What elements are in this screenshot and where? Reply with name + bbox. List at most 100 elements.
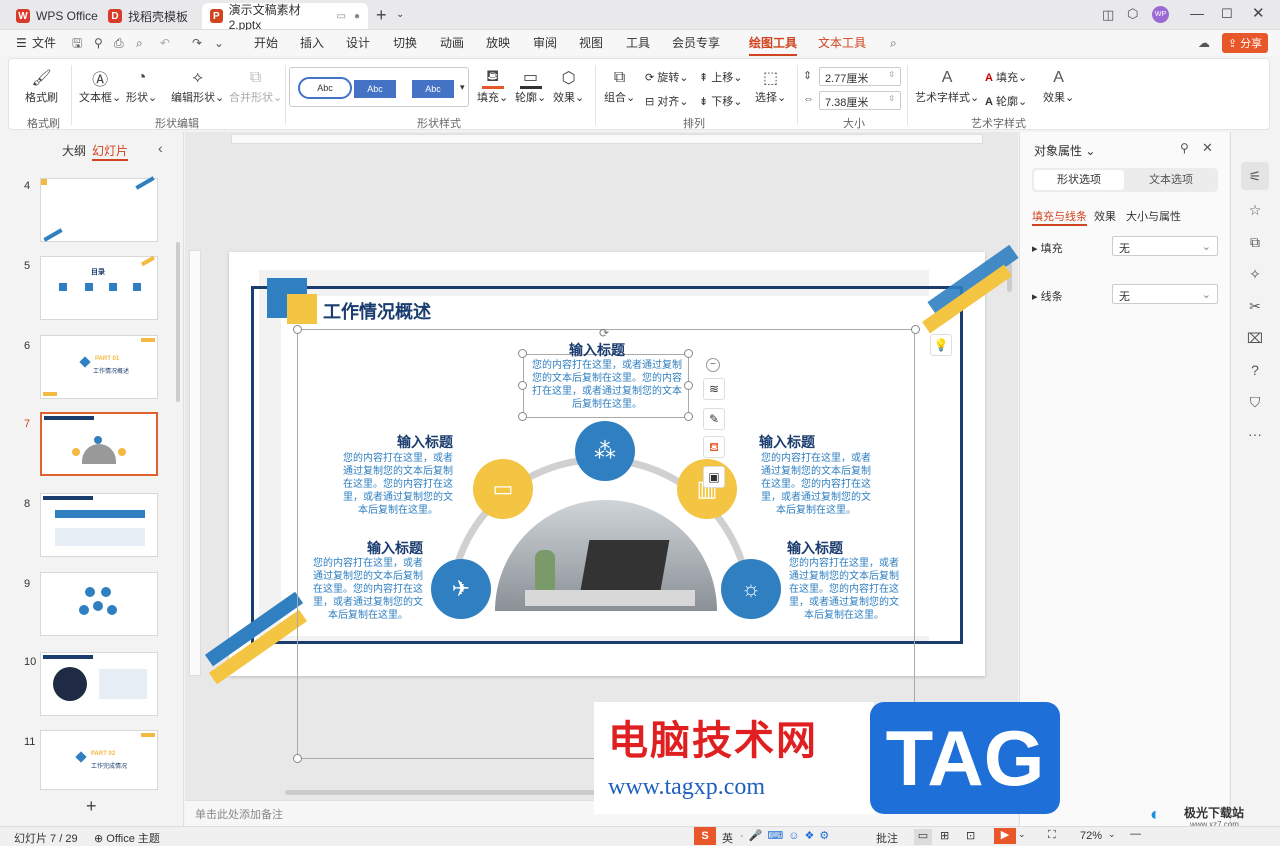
- slide-thumbnail[interactable]: PART 01 工作情况概述: [40, 335, 158, 399]
- tools-icon[interactable]: ✂: [1241, 292, 1269, 320]
- play-slideshow-button[interactable]: ▶: [994, 828, 1016, 844]
- body-right-top[interactable]: 您的内容打在这里，或者通过复制您的文本后复制在这里。您的内容打在这里，或者通过复…: [757, 452, 875, 517]
- close-icon[interactable]: ✕: [1202, 140, 1213, 156]
- ime-mode[interactable]: 英: [722, 830, 733, 846]
- subtab-fill-line[interactable]: 填充与线条: [1032, 208, 1087, 226]
- zoom-out-icon[interactable]: —: [1130, 828, 1141, 840]
- resize-handle[interactable]: [518, 349, 527, 358]
- heading-left-bottom[interactable]: 输入标题: [367, 538, 423, 558]
- share-button[interactable]: ⇪ 分享: [1222, 33, 1268, 53]
- menu-text-tools[interactable]: 文本工具: [818, 30, 866, 56]
- chevron-down-icon[interactable]: ⌄: [1108, 829, 1116, 840]
- art-effect-button[interactable]: A 效果⌄: [1043, 67, 1074, 105]
- save-icon[interactable]: 🖫: [72, 30, 82, 56]
- menu-tools[interactable]: 工具: [626, 30, 650, 56]
- reading-view-icon[interactable]: ⊡: [966, 829, 975, 842]
- close-icon[interactable]: ✕: [1252, 4, 1265, 22]
- grid-view-icon[interactable]: ⊞: [940, 829, 949, 842]
- menu-member[interactable]: 会员专享: [672, 30, 720, 56]
- tab-slides[interactable]: 幻灯片: [92, 142, 129, 161]
- style-filled[interactable]: Abc: [354, 80, 396, 98]
- line-section[interactable]: ▸ 线条: [1032, 288, 1063, 304]
- more-icon[interactable]: ···: [1241, 420, 1269, 448]
- style-filled-2[interactable]: Abc: [412, 80, 454, 98]
- combine-button[interactable]: ⧉ 组合⌄: [604, 67, 635, 105]
- gallery-expand-icon[interactable]: ▾: [460, 82, 465, 93]
- textbox-button[interactable]: Ⓐ 文本框⌄: [79, 67, 121, 105]
- notes-placeholder[interactable]: 单击此处添加备注: [195, 806, 283, 822]
- spinner-icon[interactable]: ⇳: [888, 94, 895, 107]
- width-input[interactable]: 7.38厘米 ⇳: [819, 91, 901, 110]
- slide-thumbnail[interactable]: [40, 493, 158, 557]
- heading-left-top[interactable]: 输入标题: [397, 432, 453, 452]
- resize-handle[interactable]: [518, 412, 527, 421]
- heading-right-top[interactable]: 输入标题: [759, 432, 815, 452]
- monitor-icon[interactable]: ▭: [337, 11, 346, 22]
- resize-handle[interactable]: [293, 754, 302, 763]
- fill-button[interactable]: ⛾ 填充⌄: [477, 67, 508, 105]
- shape-style-gallery[interactable]: Abc Abc Abc ▾: [289, 67, 469, 107]
- art-outline-button[interactable]: A 轮廓⌄: [985, 93, 1027, 109]
- link-icon[interactable]: ⚲: [94, 30, 103, 56]
- star-icon[interactable]: ☆: [1241, 196, 1269, 224]
- fill-bucket-icon[interactable]: ⛾: [703, 436, 725, 458]
- menu-animation[interactable]: 动画: [440, 30, 464, 56]
- resize-handle[interactable]: [911, 325, 920, 334]
- menu-review[interactable]: 审阅: [533, 30, 557, 56]
- body-right-bottom[interactable]: 您的内容打在这里，或者通过复制您的文本后复制在这里。您的内容打在这里，或者通过复…: [785, 557, 903, 622]
- spinner-icon[interactable]: ⇳: [888, 70, 895, 83]
- add-slide-button[interactable]: +: [86, 796, 97, 817]
- menu-design[interactable]: 设计: [346, 30, 370, 56]
- slide-thumbnail[interactable]: PART 02 工作完成情况: [40, 730, 158, 790]
- layout-icon[interactable]: ◫: [1102, 7, 1114, 23]
- heading-right-bottom[interactable]: 输入标题: [787, 538, 843, 558]
- resize-handle[interactable]: [518, 381, 527, 390]
- ime-toolbar-icons[interactable]: ·🎤⌨☺❖⚙: [740, 829, 834, 842]
- art-text-style-button[interactable]: A 艺术字样式⌄: [915, 67, 979, 105]
- cube-icon[interactable]: ⬡: [1127, 6, 1138, 22]
- fill-section[interactable]: ▸ 填充: [1032, 240, 1063, 256]
- body-top[interactable]: 您的内容打在这里，或者通过复制您的文本后复制在这里。您的内容打在这里，或者通过复…: [529, 359, 685, 411]
- animation-icon[interactable]: ✧: [1241, 260, 1269, 288]
- resize-handle[interactable]: [684, 381, 693, 390]
- menu-view[interactable]: 视图: [579, 30, 603, 56]
- select-button[interactable]: ⬚ 选择⌄: [755, 67, 786, 105]
- layers-icon[interactable]: ≋: [703, 378, 725, 400]
- frame-icon[interactable]: ▣: [703, 466, 725, 488]
- menu-transition[interactable]: 切换: [393, 30, 417, 56]
- move-up-button[interactable]: ⇞ 上移⌄: [699, 69, 743, 85]
- notes-toggle[interactable]: 批注: [876, 830, 898, 846]
- tab-shape-options[interactable]: 形状选项: [1034, 170, 1124, 190]
- book-icon[interactable]: ⌧: [1241, 324, 1269, 352]
- chevron-down-icon[interactable]: ⌄: [1018, 829, 1026, 840]
- slide-thumbnail[interactable]: 目录: [40, 255, 158, 320]
- effect-button[interactable]: ⬡ 效果⌄: [553, 67, 584, 105]
- chevron-down-icon[interactable]: ⌄: [396, 9, 404, 20]
- slide-thumbnail-selected[interactable]: [40, 412, 158, 476]
- menu-slideshow[interactable]: 放映: [486, 30, 510, 56]
- maximize-icon[interactable]: ☐: [1221, 6, 1233, 22]
- align-button[interactable]: ⊟ 对齐⌄: [645, 93, 689, 109]
- shape-button[interactable]: ◔ 形状⌄: [126, 67, 157, 105]
- theme-indicator[interactable]: ⊕ Office 主题: [94, 830, 160, 846]
- resize-handle[interactable]: [684, 412, 693, 421]
- menu-file[interactable]: 文件: [32, 30, 56, 56]
- shirt-icon[interactable]: ⛉: [1241, 388, 1269, 416]
- body-left-bottom[interactable]: 您的内容打在这里，或者通过复制您的文本后复制在这里。您的内容打在这里，或者通过复…: [309, 557, 427, 622]
- cloud-icon[interactable]: ☁: [1198, 30, 1210, 56]
- slide-thumbnail[interactable]: [40, 176, 158, 242]
- sogou-ime-icon[interactable]: S: [694, 827, 716, 845]
- collapse-panel-icon[interactable]: ‹: [158, 140, 163, 156]
- format-painter-button[interactable]: 🖌 格式刷: [25, 67, 58, 105]
- move-down-button[interactable]: ⇟ 下移⌄: [699, 93, 743, 109]
- help-icon[interactable]: ?: [1241, 356, 1269, 384]
- thumbnail-scrollbar[interactable]: [176, 242, 180, 402]
- art-fill-button[interactable]: A 填充⌄: [985, 69, 1027, 85]
- minimize-icon[interactable]: —: [1190, 5, 1204, 21]
- search-icon[interactable]: ⌕: [890, 30, 897, 56]
- merge-shape-button[interactable]: ⧉ 合并形状⌄: [229, 67, 282, 105]
- edit-shape-button[interactable]: ⟡ 编辑形状⌄: [171, 67, 224, 105]
- rotate-handle-icon[interactable]: ⟳: [599, 326, 609, 340]
- outline-button[interactable]: ▭ 轮廓⌄: [515, 67, 546, 105]
- slide-thumbnail[interactable]: [40, 652, 158, 716]
